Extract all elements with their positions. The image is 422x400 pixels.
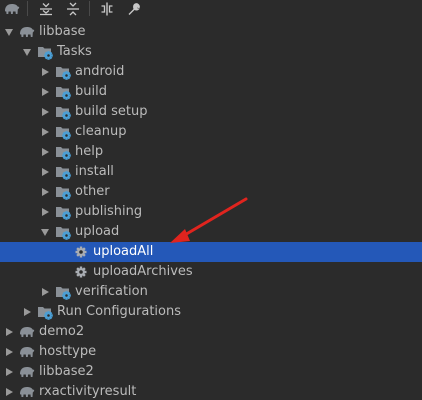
tree-item-label: android: [75, 64, 125, 79]
chevron-right-icon[interactable]: [42, 288, 49, 296]
tree-item-label: uploadArchives: [93, 264, 193, 279]
gradle-toolbar: [0, 0, 422, 20]
tree-item-label: help: [75, 144, 104, 159]
expand-all-icon[interactable]: [36, 0, 56, 18]
task-folder-icon: [55, 284, 71, 300]
tree-row-android[interactable]: android: [0, 62, 422, 82]
chevron-right-icon[interactable]: [42, 188, 49, 196]
chevron-right-icon[interactable]: [42, 148, 49, 156]
chevron-right-icon[interactable]: [42, 68, 49, 76]
tree-item-label: hosttype: [39, 344, 97, 359]
chevron-right-icon[interactable]: [6, 388, 13, 396]
tree-item-label: rxactivityresult: [39, 384, 137, 399]
collapse-all-icon[interactable]: [63, 0, 83, 18]
gear-icon: [73, 264, 89, 280]
wrench-icon[interactable]: [124, 0, 144, 18]
chevron-right-icon[interactable]: [6, 348, 13, 356]
gradle-elephant-icon: [19, 385, 35, 400]
task-folder-icon: [55, 124, 71, 140]
toolbar-separator: [89, 1, 90, 16]
chevron-right-icon[interactable]: [6, 328, 13, 336]
tree-item-label: install: [75, 164, 114, 179]
tree-item-label: libbase2: [39, 364, 94, 379]
chevron-right-icon[interactable]: [42, 168, 49, 176]
gradle-elephant-icon: [19, 325, 35, 341]
gear-icon: [73, 244, 89, 260]
task-folder-icon: [37, 304, 53, 320]
task-folder-icon: [55, 84, 71, 100]
chevron-right-icon[interactable]: [42, 88, 49, 96]
tree-row-build[interactable]: build: [0, 82, 422, 102]
chevron-down-icon[interactable]: [5, 29, 13, 36]
tree-item-label: upload: [75, 224, 120, 239]
gradle-elephant-icon: [19, 345, 35, 361]
chevron-right-icon[interactable]: [42, 208, 49, 216]
task-folder-icon: [37, 44, 53, 60]
chevron-down-icon[interactable]: [41, 229, 49, 236]
tree-row-publishing[interactable]: publishing: [0, 202, 422, 222]
task-folder-icon: [55, 184, 71, 200]
tree-row-help[interactable]: help: [0, 142, 422, 162]
tree-row-hosttype[interactable]: hosttype: [0, 342, 422, 362]
task-folder-icon: [55, 64, 71, 80]
tree-item-label: cleanup: [75, 124, 127, 139]
tree-row-tasks[interactable]: Tasks: [0, 42, 422, 62]
task-folder-icon: [55, 104, 71, 120]
task-folder-icon: [55, 144, 71, 160]
gradle-elephant-icon: [19, 25, 35, 41]
tree-item-label: build: [75, 84, 107, 99]
task-folder-icon: [55, 224, 71, 240]
tree-row-demo2[interactable]: demo2: [0, 322, 422, 342]
tree-item-label: uploadAll: [93, 244, 154, 259]
tree-item-label: other: [75, 184, 110, 199]
toolbar-separator: [27, 1, 28, 16]
chevron-right-icon[interactable]: [42, 128, 49, 136]
tree-row-libbase2[interactable]: libbase2: [0, 362, 422, 382]
link-icon[interactable]: [97, 0, 117, 18]
gradle-elephant-icon: [19, 365, 35, 381]
tree-row-libbase[interactable]: libbase: [0, 22, 422, 42]
gradle-elephant-icon[interactable]: [2, 0, 22, 18]
chevron-right-icon[interactable]: [42, 108, 49, 116]
tree-row-install[interactable]: install: [0, 162, 422, 182]
chevron-down-icon[interactable]: [23, 49, 31, 56]
task-folder-icon: [55, 164, 71, 180]
tree-item-label: demo2: [39, 324, 85, 339]
tree-row-build-setup[interactable]: build setup: [0, 102, 422, 122]
chevron-right-icon[interactable]: [24, 308, 31, 316]
tree-row-verification[interactable]: verification: [0, 282, 422, 302]
tree-row-uploadall[interactable]: uploadAll: [0, 242, 422, 262]
tree-row-rxactivityresult[interactable]: rxactivityresult: [0, 382, 422, 400]
tree-item-label: verification: [75, 284, 148, 299]
tree-row-uploadarchives[interactable]: uploadArchives: [0, 262, 422, 282]
chevron-right-icon[interactable]: [6, 368, 13, 376]
tree-row-run-configurations[interactable]: Run Configurations: [0, 302, 422, 322]
tree-row-upload[interactable]: upload: [0, 222, 422, 242]
tree-item-label: build setup: [75, 104, 148, 119]
tree-item-label: libbase: [39, 24, 86, 39]
tree-item-label: publishing: [75, 204, 143, 219]
tree-item-label: Run Configurations: [57, 304, 181, 319]
gradle-task-tree: libbase Tasks android build build setup clean…: [0, 22, 422, 400]
tree-row-cleanup[interactable]: cleanup: [0, 122, 422, 142]
tree-item-label: Tasks: [57, 44, 92, 59]
task-folder-icon: [55, 204, 71, 220]
tree-row-other[interactable]: other: [0, 182, 422, 202]
